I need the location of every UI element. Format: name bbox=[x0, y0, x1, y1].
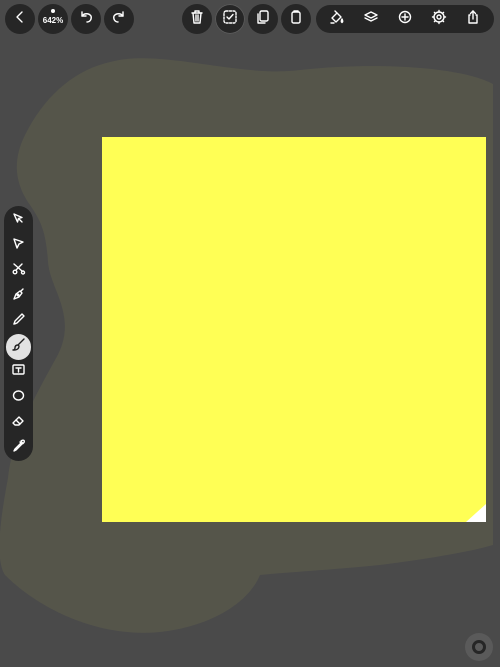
arrow-icon bbox=[11, 211, 26, 231]
share-button[interactable] bbox=[459, 5, 487, 33]
artboard[interactable] bbox=[102, 137, 486, 522]
duplicate-icon bbox=[254, 8, 272, 31]
redo-button[interactable] bbox=[104, 4, 134, 34]
top-right-toolbar bbox=[316, 5, 494, 33]
selection-arrow-tool[interactable] bbox=[6, 208, 31, 233]
pen-tool[interactable] bbox=[6, 284, 31, 309]
zoom-level-label: 642% bbox=[42, 15, 64, 25]
back-button[interactable] bbox=[5, 4, 35, 34]
eraser-tool[interactable] bbox=[6, 410, 31, 435]
ellipse-icon bbox=[11, 388, 26, 408]
drawing-canvas[interactable] bbox=[0, 0, 500, 667]
pen-nib-icon bbox=[11, 287, 26, 307]
style-button[interactable] bbox=[323, 5, 351, 33]
tools-panel bbox=[4, 206, 33, 461]
pencil-tool[interactable] bbox=[6, 309, 31, 334]
eraser-icon bbox=[11, 413, 26, 433]
pencil-icon bbox=[11, 312, 26, 332]
chevron-left-icon bbox=[11, 8, 29, 31]
artboard-corner-marker bbox=[466, 504, 486, 522]
layers-icon bbox=[363, 9, 379, 30]
select-all-icon bbox=[221, 8, 239, 31]
share-icon bbox=[465, 9, 481, 30]
clipboard-icon bbox=[287, 8, 305, 31]
undo-icon bbox=[77, 8, 95, 31]
gear-icon bbox=[431, 9, 447, 30]
trash-icon bbox=[188, 8, 206, 31]
direct-select-tool[interactable] bbox=[6, 233, 31, 258]
text-tool[interactable] bbox=[6, 360, 31, 385]
brush-icon bbox=[11, 337, 26, 357]
ellipse-tool[interactable] bbox=[6, 385, 31, 410]
paint-bucket-icon bbox=[329, 9, 345, 30]
zoom-indicator-dot bbox=[51, 9, 55, 13]
scissors-tool[interactable] bbox=[6, 259, 31, 284]
delete-button[interactable] bbox=[182, 4, 212, 34]
undo-button[interactable] bbox=[71, 4, 101, 34]
add-button[interactable] bbox=[391, 5, 419, 33]
redo-icon bbox=[110, 8, 128, 31]
zoom-level-button[interactable]: 642% bbox=[38, 4, 68, 34]
eyedropper-tool[interactable] bbox=[6, 436, 31, 461]
brush-tool[interactable] bbox=[6, 334, 31, 360]
settings-button[interactable] bbox=[425, 5, 453, 33]
plus-circle-icon bbox=[397, 9, 413, 30]
paste-button[interactable] bbox=[281, 4, 311, 34]
text-box-icon bbox=[11, 362, 26, 382]
ring-icon bbox=[472, 640, 486, 654]
help-button[interactable] bbox=[465, 633, 493, 661]
eyedropper-icon bbox=[11, 438, 26, 458]
direct-select-icon bbox=[11, 236, 26, 256]
select-all-button[interactable] bbox=[215, 4, 245, 34]
duplicate-button[interactable] bbox=[248, 4, 278, 34]
scissors-icon bbox=[11, 261, 26, 281]
layers-button[interactable] bbox=[357, 5, 385, 33]
